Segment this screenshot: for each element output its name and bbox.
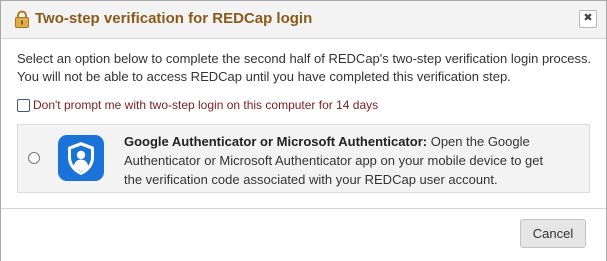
two-step-dialog: Two-step verification for REDCap login ✖… (0, 0, 607, 261)
dont-prompt-checkbox[interactable] (17, 98, 30, 112)
lock-icon (14, 10, 30, 28)
instructions-line-1: Select an option below to complete the s… (17, 51, 592, 66)
authenticator-option-title: Google Authenticator or Microsoft Authen… (124, 134, 428, 149)
dialog-footer: Cancel (1, 208, 606, 261)
instructions-line-2: You will not be able to access REDCap un… (17, 69, 511, 84)
close-button[interactable]: ✖ (579, 10, 597, 28)
dont-prompt-row[interactable]: Don't prompt me with two-step login on t… (17, 97, 378, 113)
dialog-content: Select an option below to complete the s… (1, 39, 606, 208)
cancel-button[interactable]: Cancel (520, 219, 586, 248)
instructions-text: Select an option below to complete the s… (17, 50, 597, 86)
authenticator-option-text: Google Authenticator or Microsoft Authen… (124, 132, 564, 189)
microsoft-authenticator-icon (58, 135, 104, 181)
authenticator-option-radio[interactable] (28, 152, 40, 164)
dialog-title: Two-step verification for REDCap login (35, 10, 313, 27)
dialog-titlebar[interactable]: Two-step verification for REDCap login ✖ (1, 1, 606, 39)
dont-prompt-label[interactable]: Don't prompt me with two-step login on t… (33, 98, 378, 112)
authenticator-option[interactable]: Google Authenticator or Microsoft Authen… (17, 124, 590, 193)
